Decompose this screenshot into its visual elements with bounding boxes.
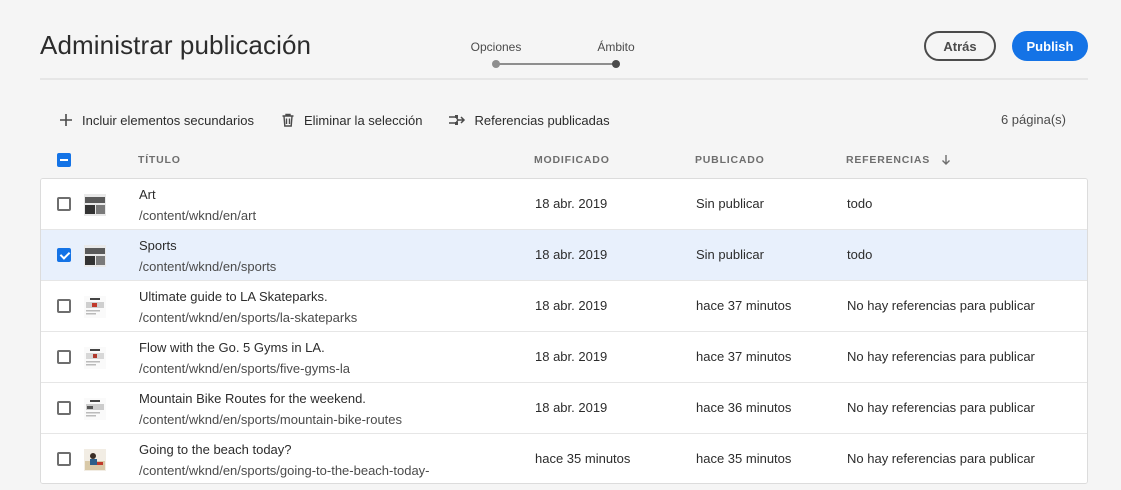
page-title-cell: Mountain Bike Routes for the weekend. — [139, 391, 366, 406]
table-header: TÍTULO MODIFICADO PUBLICADO REFERENCIAS — [40, 148, 1088, 172]
page-header: Administrar publicación Opciones Ámbito … — [40, 0, 1088, 80]
remove-selection-button[interactable]: Eliminar la selección — [280, 112, 423, 128]
sort-descending-icon[interactable] — [940, 154, 952, 166]
modified-cell: 18 abr. 2019 — [535, 298, 608, 313]
step-label-options: Opciones — [470, 40, 522, 54]
published-cell: Sin publicar — [696, 196, 764, 211]
page-path-cell: /content/wknd/en/art — [139, 208, 257, 223]
references-cell: No hay referencias para publicar — [847, 400, 1035, 415]
row-checkbox[interactable] — [57, 299, 71, 313]
published-cell: hace 35 minutos — [696, 451, 792, 466]
wizard-steps: Opciones Ámbito — [470, 40, 635, 70]
references-cell: todo — [847, 196, 873, 211]
published-references-label: Referencias publicadas — [474, 112, 610, 128]
column-published[interactable]: PUBLICADO — [695, 154, 765, 166]
step-dot-options[interactable] — [492, 60, 500, 68]
page-thumbnail — [84, 296, 106, 318]
page-path-cell: /content/wknd/en/sports/five-gyms-la — [139, 361, 350, 376]
row-checkbox[interactable] — [57, 401, 71, 415]
table-row[interactable]: Mountain Bike Routes for the weekend. /c… — [41, 383, 1087, 434]
modified-cell: 18 abr. 2019 — [535, 247, 608, 262]
step-label-scope: Ámbito — [597, 40, 635, 54]
table-row[interactable]: Sports /content/wknd/en/sports 18 abr. 2… — [41, 230, 1087, 281]
row-checkbox[interactable] — [57, 350, 71, 364]
page-title-cell: Going to the beach today? — [139, 442, 292, 457]
published-cell: hace 37 minutos — [696, 349, 792, 364]
remove-selection-label: Eliminar la selección — [303, 112, 423, 128]
page-title-cell: Sports — [139, 238, 177, 253]
page-thumbnail — [84, 194, 106, 216]
include-children-label: Incluir elementos secundarios — [82, 112, 254, 128]
trash-icon — [282, 113, 294, 127]
references-cell: No hay referencias para publicar — [847, 349, 1035, 364]
published-references-button[interactable]: Referencias publicadas — [448, 112, 610, 128]
page-thumbnail — [84, 449, 106, 471]
toolbar: Incluir elementos secundarios Eliminar l… — [58, 108, 636, 132]
column-title[interactable]: TÍTULO — [138, 154, 181, 166]
include-children-button[interactable]: Incluir elementos secundarios — [58, 112, 254, 128]
step-dot-scope[interactable] — [612, 60, 620, 68]
row-checkbox[interactable] — [57, 197, 71, 211]
column-references[interactable]: REFERENCIAS — [846, 154, 952, 166]
published-cell: hace 36 minutos — [696, 400, 792, 415]
page-path-cell: /content/wknd/en/sports/going-to-the-bea… — [139, 463, 430, 478]
page-thumbnail — [84, 245, 106, 267]
page-thumbnail — [84, 398, 106, 420]
page-title-cell: Flow with the Go. 5 Gyms in LA. — [139, 340, 325, 355]
modified-cell: 18 abr. 2019 — [535, 196, 608, 211]
table-row[interactable]: Flow with the Go. 5 Gyms in LA. /content… — [41, 332, 1087, 383]
page-title-cell: Art — [139, 187, 156, 202]
references-icon — [449, 115, 466, 125]
select-all-checkbox[interactable] — [57, 153, 71, 167]
references-cell: No hay referencias para publicar — [847, 298, 1035, 313]
table-row[interactable]: Going to the beach today? /content/wknd/… — [41, 434, 1087, 483]
column-references-label: REFERENCIAS — [846, 154, 931, 166]
references-cell: todo — [847, 247, 873, 262]
page-title-cell: Ultimate guide to LA Skateparks. — [139, 289, 328, 304]
page-path-cell: /content/wknd/en/sports — [139, 259, 277, 274]
page-path-cell: /content/wknd/en/sports/mountain-bike-ro… — [139, 412, 403, 427]
modified-cell: 18 abr. 2019 — [535, 349, 608, 364]
back-button[interactable]: Atrás — [924, 31, 996, 61]
column-modified[interactable]: MODIFICADO — [534, 154, 610, 166]
table-row[interactable]: Ultimate guide to LA Skateparks. /conten… — [41, 281, 1087, 332]
page-thumbnail — [84, 347, 106, 369]
modified-cell: hace 35 minutos — [535, 451, 631, 466]
pages-table: Art /content/wknd/en/art 18 abr. 2019 Si… — [40, 178, 1088, 484]
published-cell: hace 37 minutos — [696, 298, 792, 313]
row-checkbox[interactable] — [57, 452, 71, 466]
page-title: Administrar publicación — [40, 30, 312, 60]
plus-icon — [60, 114, 72, 126]
modified-cell: 18 abr. 2019 — [535, 400, 608, 415]
step-connector — [496, 63, 616, 65]
table-row[interactable]: Art /content/wknd/en/art 18 abr. 2019 Si… — [41, 179, 1087, 230]
references-cell: No hay referencias para publicar — [847, 451, 1035, 466]
published-cell: Sin publicar — [696, 247, 764, 262]
page-count: 6 página(s) — [1000, 112, 1066, 127]
page-path-cell: /content/wknd/en/sports/la-skateparks — [139, 310, 358, 325]
publish-button[interactable]: Publish — [1012, 31, 1088, 61]
row-checkbox[interactable] — [57, 248, 71, 262]
